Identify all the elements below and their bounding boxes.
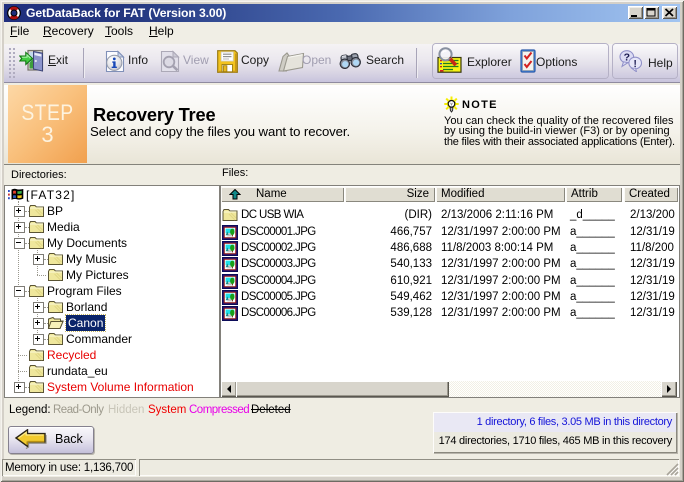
svg-text:!: !: [634, 59, 637, 70]
